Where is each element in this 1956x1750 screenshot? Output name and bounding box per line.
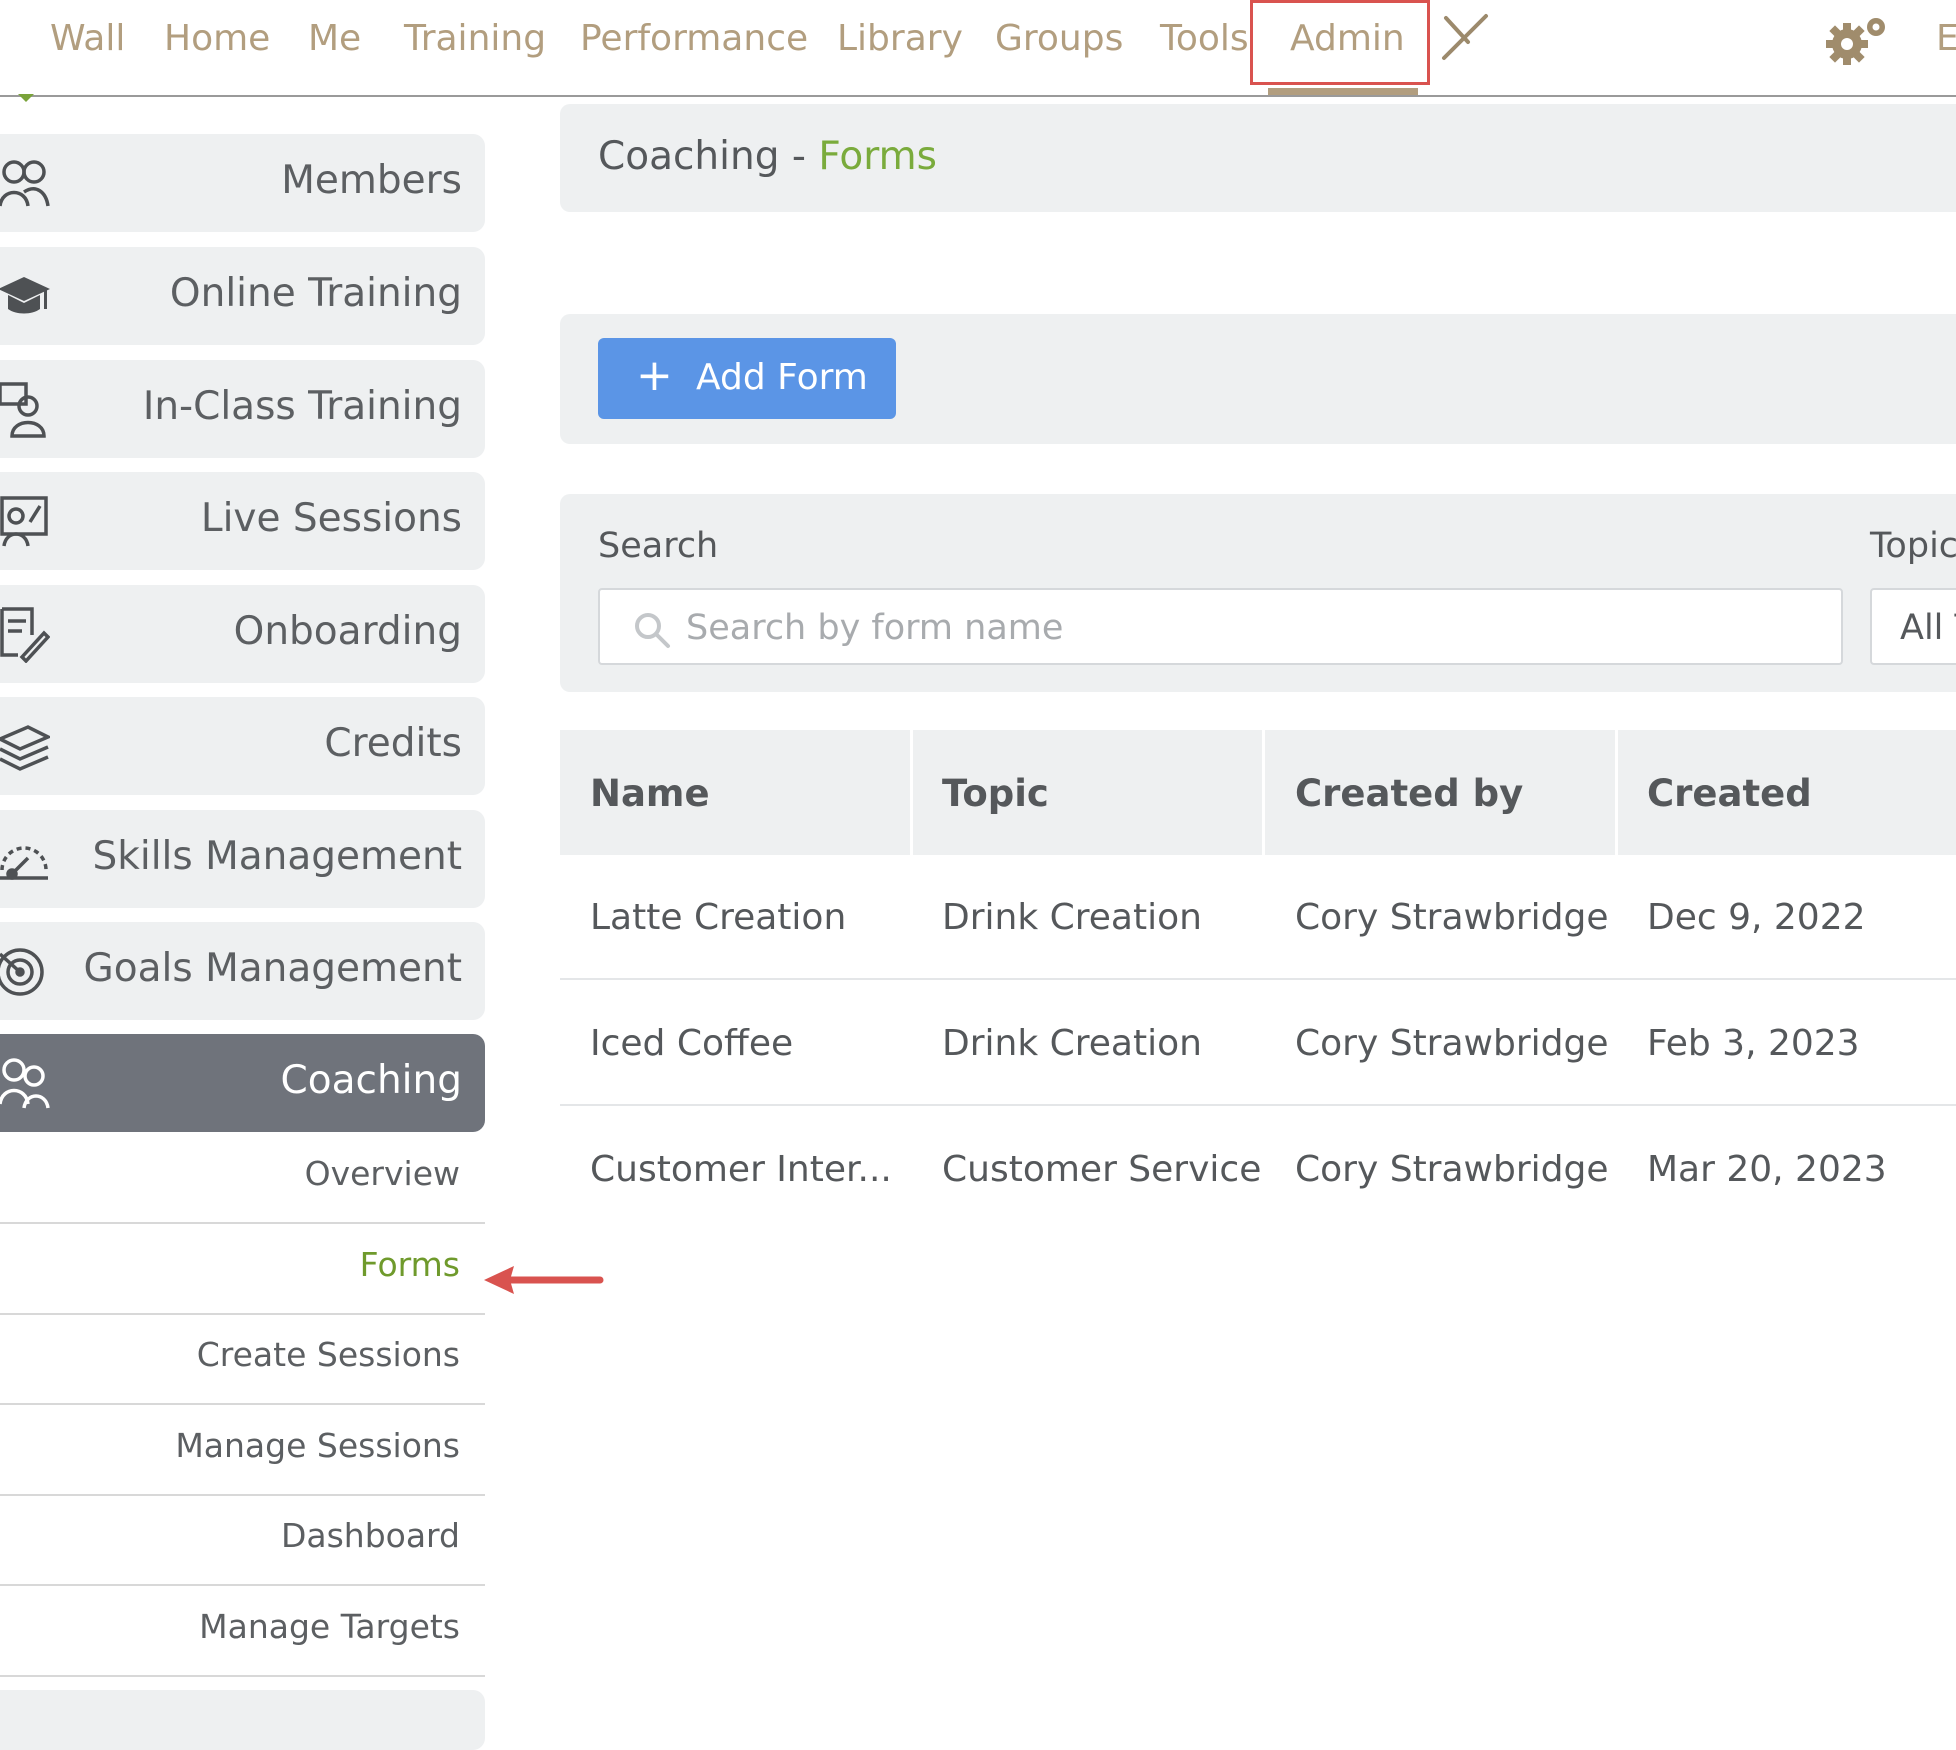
subnav-create-sessions[interactable]: Create Sessions <box>0 1315 485 1405</box>
cell-topic: Drink Creation <box>942 1023 1202 1064</box>
sidebar-item-coaching[interactable]: Coaching <box>0 1034 485 1132</box>
subnav-dashboard[interactable]: Dashboard <box>0 1496 485 1586</box>
nav-tools[interactable]: Tools <box>1160 18 1249 59</box>
sidebar-item-members[interactable]: Members <box>0 134 485 232</box>
subnav-label: Dashboard <box>280 1516 460 1555</box>
subnav-label: Overview <box>304 1154 460 1193</box>
nav-admin[interactable]: Admin <box>1290 18 1405 59</box>
sidebar-item-label: Members <box>281 158 462 203</box>
nav-training[interactable]: Training <box>404 18 546 59</box>
sidebar-item-onboarding[interactable]: Onboarding <box>0 585 485 683</box>
active-tab-underline <box>1268 88 1418 95</box>
cell-created: Mar 20, 2023 <box>1647 1149 1887 1190</box>
subnav-label: Forms <box>359 1245 460 1284</box>
members-icon <box>0 154 50 212</box>
column-header-topic[interactable]: Topic <box>942 772 1049 815</box>
cell-name: Customer Inter... <box>590 1149 892 1190</box>
presentation-icon <box>0 492 50 550</box>
cell-name: Latte Creation <box>590 897 847 938</box>
nav-partial-item[interactable]: E <box>1936 18 1956 59</box>
cell-name: Iced Coffee <box>590 1023 794 1064</box>
subnav-overview[interactable]: Overview <box>0 1134 485 1224</box>
subnav-manage-targets[interactable]: Manage Targets <box>0 1587 485 1677</box>
cell-topic: Drink Creation <box>942 897 1202 938</box>
sidebar-item-label: Coaching <box>280 1058 462 1103</box>
column-header-name[interactable]: Name <box>590 772 710 815</box>
sidebar-item-label: In-Class Training <box>142 384 462 429</box>
cell-created: Feb 3, 2023 <box>1647 1023 1860 1064</box>
nav-library[interactable]: Library <box>837 18 963 59</box>
table-row[interactable]: Customer Inter... Customer Service Cory … <box>560 1107 1956 1232</box>
gauge-icon <box>0 830 50 888</box>
graduation-cap-icon <box>0 267 50 325</box>
sidebar-item-online-training[interactable]: Online Training <box>0 247 485 345</box>
sidebar-item-skills-management[interactable]: Skills Management <box>0 810 485 908</box>
subnav-forms[interactable]: Forms <box>0 1225 485 1315</box>
sidebar-item-partial[interactable] <box>0 1690 485 1750</box>
search-label: Search <box>598 526 719 566</box>
nav-home[interactable]: Home <box>164 18 270 59</box>
search-box[interactable] <box>598 588 1843 665</box>
sidebar-item-credits[interactable]: Credits <box>0 697 485 795</box>
add-form-label: Add Form <box>696 357 868 398</box>
plus-icon: + <box>636 350 673 401</box>
table-row[interactable]: Iced Coffee Drink Creation Cory Strawbri… <box>560 981 1956 1106</box>
sidebar-item-label: Live Sessions <box>200 496 462 541</box>
nav-wall[interactable]: Wall <box>50 18 125 59</box>
settings-gear-icon[interactable] <box>1822 14 1892 70</box>
nav-performance[interactable]: Performance <box>580 18 808 59</box>
classroom-icon <box>0 380 50 438</box>
checklist-icon <box>0 605 51 664</box>
sidebar-item-label: Credits <box>324 721 462 766</box>
subnav-label: Manage Targets <box>199 1607 460 1646</box>
cell-topic: Customer Service <box>942 1149 1262 1190</box>
cell-created-by: Cory Strawbridge <box>1295 1149 1609 1190</box>
topic-label: Topic <box>1870 526 1956 566</box>
annotation-arrow-icon <box>482 1262 606 1302</box>
column-divider <box>1262 730 1265 855</box>
sidebar-item-goals-management[interactable]: Goals Management <box>0 922 485 1020</box>
subnav-label: Manage Sessions <box>175 1426 460 1465</box>
nav-me[interactable]: Me <box>308 18 361 59</box>
nav-groups[interactable]: Groups <box>995 18 1123 59</box>
stack-icon <box>0 717 53 775</box>
page-title: Coaching - Forms <box>598 134 937 179</box>
subnav-manage-sessions[interactable]: Manage Sessions <box>0 1406 485 1496</box>
column-divider <box>1615 730 1618 855</box>
table-row[interactable]: Latte Creation Drink Creation Cory Straw… <box>560 855 1956 980</box>
column-header-created-by[interactable]: Created by <box>1295 772 1523 815</box>
top-navigation: Wall Home Me Training Performance Librar… <box>0 0 1956 97</box>
add-form-button[interactable]: + Add Form <box>598 338 896 419</box>
cell-created: Dec 9, 2022 <box>1647 897 1866 938</box>
topic-select[interactable]: All Topics <box>1870 588 1956 665</box>
search-input[interactable] <box>684 602 1788 654</box>
search-icon <box>632 610 672 654</box>
subnav-label: Create Sessions <box>196 1335 460 1374</box>
page-title-accent: Forms <box>818 134 937 179</box>
sidebar-item-label: Online Training <box>169 271 462 316</box>
page-title-prefix: Coaching - <box>598 134 819 179</box>
sidebar-item-label: Skills Management <box>92 834 462 879</box>
cell-created-by: Cory Strawbridge <box>1295 1023 1609 1064</box>
coaching-icon <box>0 1054 50 1112</box>
sidebar-item-label: Goals Management <box>83 946 462 991</box>
sidebar-item-live-sessions[interactable]: Live Sessions <box>0 472 485 570</box>
close-icon[interactable] <box>1440 12 1490 66</box>
cell-created-by: Cory Strawbridge <box>1295 897 1609 938</box>
topic-select-value: All Topics <box>1900 608 1956 648</box>
target-icon <box>0 942 50 1000</box>
table-header: Name Topic Created by Created <box>560 730 1956 855</box>
nav-caret-indicator <box>18 94 34 102</box>
sidebar-item-label: Onboarding <box>233 609 462 654</box>
sidebar-item-in-class-training[interactable]: In-Class Training <box>0 360 485 458</box>
column-header-created[interactable]: Created <box>1647 772 1812 815</box>
column-divider <box>910 730 913 855</box>
